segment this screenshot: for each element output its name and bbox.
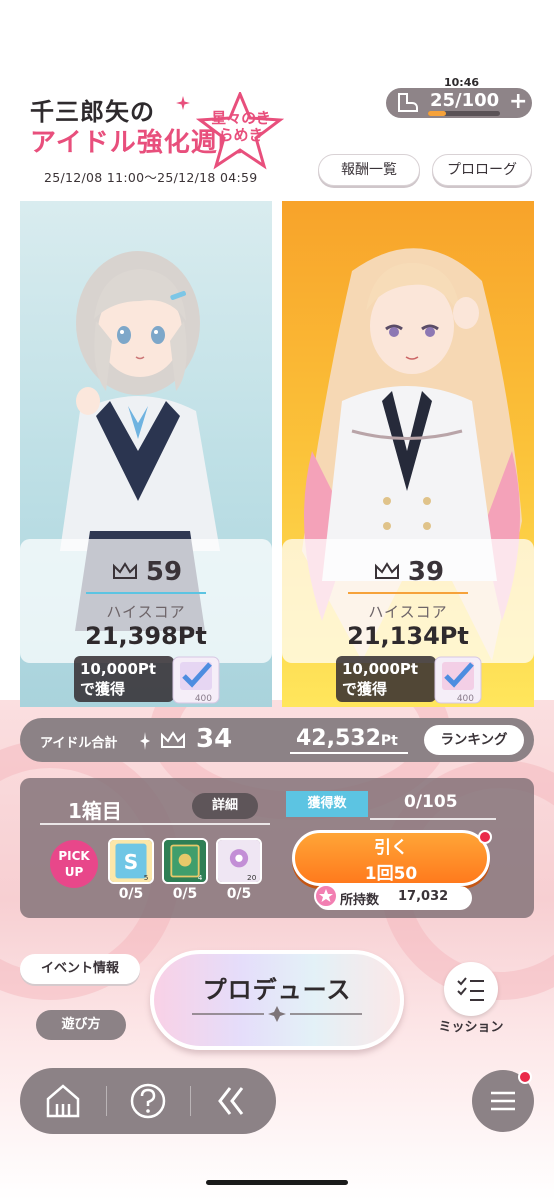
pickup-line1: PICK xyxy=(58,849,90,863)
highscore-label: ハイスコア xyxy=(368,603,448,621)
idol-total-rank: 34 xyxy=(196,724,233,754)
crown-icon xyxy=(161,731,185,748)
notification-dot xyxy=(478,830,492,844)
idol-highscore: 21,398Pt xyxy=(85,622,207,650)
ticket-count: 400 xyxy=(195,694,212,704)
green-card-icon[interactable]: 4 xyxy=(162,838,208,884)
home-indicator xyxy=(206,1180,348,1185)
owned-label: 所持数 xyxy=(340,893,380,908)
item-count: 0/5 xyxy=(118,886,144,902)
obtained-label: 獲得数 xyxy=(286,791,368,817)
produce-label: プロデュース xyxy=(202,976,352,1004)
mission-label: ミッション xyxy=(438,1020,504,1035)
reward-suffix: で獲得 xyxy=(80,680,126,698)
idol-rank: 59 xyxy=(145,557,183,587)
owned-value: 17,032 xyxy=(398,889,449,904)
total-score-value: 42,532 xyxy=(296,726,381,751)
pull-label: 引く xyxy=(374,838,408,858)
stamina-add-button[interactable]: + xyxy=(509,89,527,114)
idol-card-left[interactable]: 59 ハイスコア 21,398Pt 10,000Pt で獲得 400 xyxy=(20,201,272,707)
rewards-list-button[interactable]: 報酬一覧 xyxy=(318,154,420,186)
item-count: 0/5 xyxy=(172,886,198,902)
notification-dot xyxy=(518,1070,532,1084)
divider xyxy=(106,1086,107,1116)
ticket-reward-icon[interactable]: 400 xyxy=(434,656,482,704)
ranking-button[interactable]: ランキング xyxy=(424,725,524,755)
home-icon[interactable] xyxy=(44,1082,82,1120)
event-logo-star-text: 星々のきらめき xyxy=(211,109,271,144)
prologue-button[interactable]: プロローグ xyxy=(432,154,532,186)
pull-cost: 1回50 xyxy=(364,864,418,884)
ornament-icon xyxy=(192,1006,362,1022)
divider xyxy=(370,818,496,820)
item-count: 0/5 xyxy=(226,886,252,902)
idol-highscore: 21,134Pt xyxy=(347,622,469,650)
box-number: 1箱目 xyxy=(68,799,122,823)
reward-threshold: 10,000Pt xyxy=(80,660,157,678)
event-period: 25/12/08 11:00～25/12/18 04:59 xyxy=(44,170,258,185)
idol-rank: 39 xyxy=(407,557,445,587)
pickup-badge: PICK UP xyxy=(50,840,98,888)
idol-card-right[interactable]: 39 ハイスコア 21,134Pt 10,000Pt で獲得 400 xyxy=(282,201,534,707)
divider xyxy=(348,592,468,594)
stamina-bar-fill xyxy=(428,111,446,116)
total-score-unit: Pt xyxy=(380,733,398,749)
obtained-count: 0/105 xyxy=(404,792,458,812)
mission-button[interactable] xyxy=(444,962,498,1016)
idol-total-label: アイドル合計 xyxy=(40,736,118,751)
sparkle-icon xyxy=(140,732,150,750)
reward-condition: 10,000Pt で獲得 xyxy=(336,656,436,702)
item-badge: 20 xyxy=(247,873,257,882)
boot-icon xyxy=(398,93,418,112)
stamina-value: 25/100 xyxy=(430,90,500,111)
svg-text:S: S xyxy=(124,850,138,874)
stamina-recovery-time: 10:46 xyxy=(444,76,480,89)
flower-card-icon[interactable]: 20 xyxy=(216,838,262,884)
ticket-reward-icon[interactable]: 400 xyxy=(172,656,220,704)
help-icon[interactable] xyxy=(129,1082,167,1120)
divider xyxy=(86,592,206,594)
divider xyxy=(40,823,270,825)
reward-suffix: で獲得 xyxy=(342,680,388,698)
checklist-icon xyxy=(457,977,484,1001)
reward-threshold: 10,000Pt xyxy=(342,660,419,678)
item-badge: 5 xyxy=(144,873,149,882)
how-to-play-button[interactable]: 遊び方 xyxy=(36,1010,126,1040)
item-badge: 4 xyxy=(198,873,203,882)
idol-total-score: 42,532Pt xyxy=(296,726,398,751)
reward-condition: 10,000Pt で獲得 xyxy=(74,656,174,702)
event-info-button[interactable]: イベント情報 xyxy=(20,954,140,984)
sparkle-icon xyxy=(176,96,190,110)
pickup-line2: UP xyxy=(64,865,84,879)
divider xyxy=(290,752,408,754)
box-detail-button[interactable]: 詳細 xyxy=(192,793,258,819)
s-card-icon[interactable]: S 5 xyxy=(108,838,154,884)
highscore-label: ハイスコア xyxy=(106,603,186,621)
hamburger-menu-icon xyxy=(491,1091,515,1111)
divider xyxy=(190,1086,191,1116)
currency-icon xyxy=(314,884,338,908)
back-icon[interactable] xyxy=(212,1082,250,1120)
ticket-count: 400 xyxy=(457,694,474,704)
